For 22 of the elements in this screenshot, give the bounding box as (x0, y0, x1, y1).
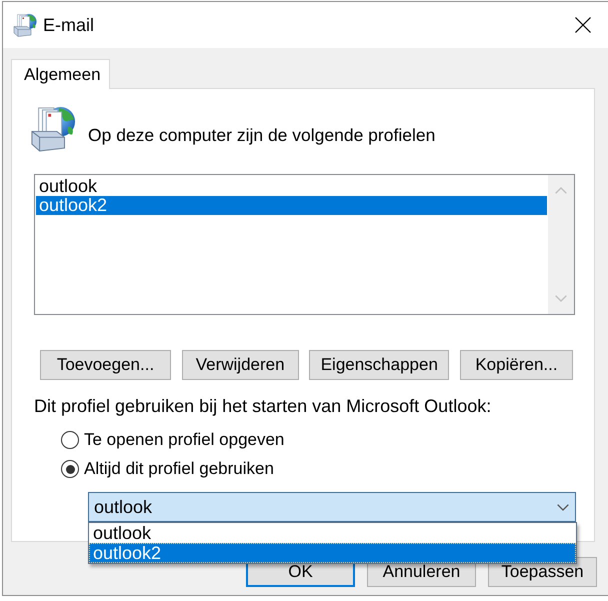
profile-action-button[interactable]: Eigenschappen (309, 350, 450, 380)
close-icon (575, 17, 591, 33)
mail-globe-icon (13, 13, 37, 37)
profile-action-button[interactable]: Toevoegen... (40, 350, 171, 380)
tab[interactable]: Algemeen (11, 59, 110, 89)
profile-list[interactable]: outlook outlook2 (34, 174, 575, 315)
profile-dropdown[interactable]: outlook (88, 492, 576, 522)
list-item[interactable]: outlook (36, 177, 547, 196)
window-title: E-mail (43, 14, 94, 36)
profile-action-button[interactable]: Verwijderen (182, 350, 299, 380)
radio-button[interactable] (61, 460, 79, 478)
profile-action-button[interactable]: Kopiëren... (460, 350, 573, 380)
mail-globe-icon (30, 105, 76, 152)
dropdown-option[interactable]: outlook (89, 523, 576, 543)
dropdown-option[interactable]: outlook2 (89, 543, 576, 563)
radio-button[interactable] (61, 431, 79, 449)
chevron-down-icon (557, 504, 569, 510)
list-item[interactable]: outlook2 (36, 196, 547, 215)
profiles-heading: Op deze computer zijn de volgende profielen (88, 125, 436, 146)
startup-label: Dit profiel gebruiken bij het starten van Microsoft Outlook: (34, 396, 492, 417)
radio-label[interactable]: Altijd dit profiel gebruiken (84, 459, 274, 479)
radio-label[interactable]: Te openen profiel opgeven (84, 430, 284, 450)
